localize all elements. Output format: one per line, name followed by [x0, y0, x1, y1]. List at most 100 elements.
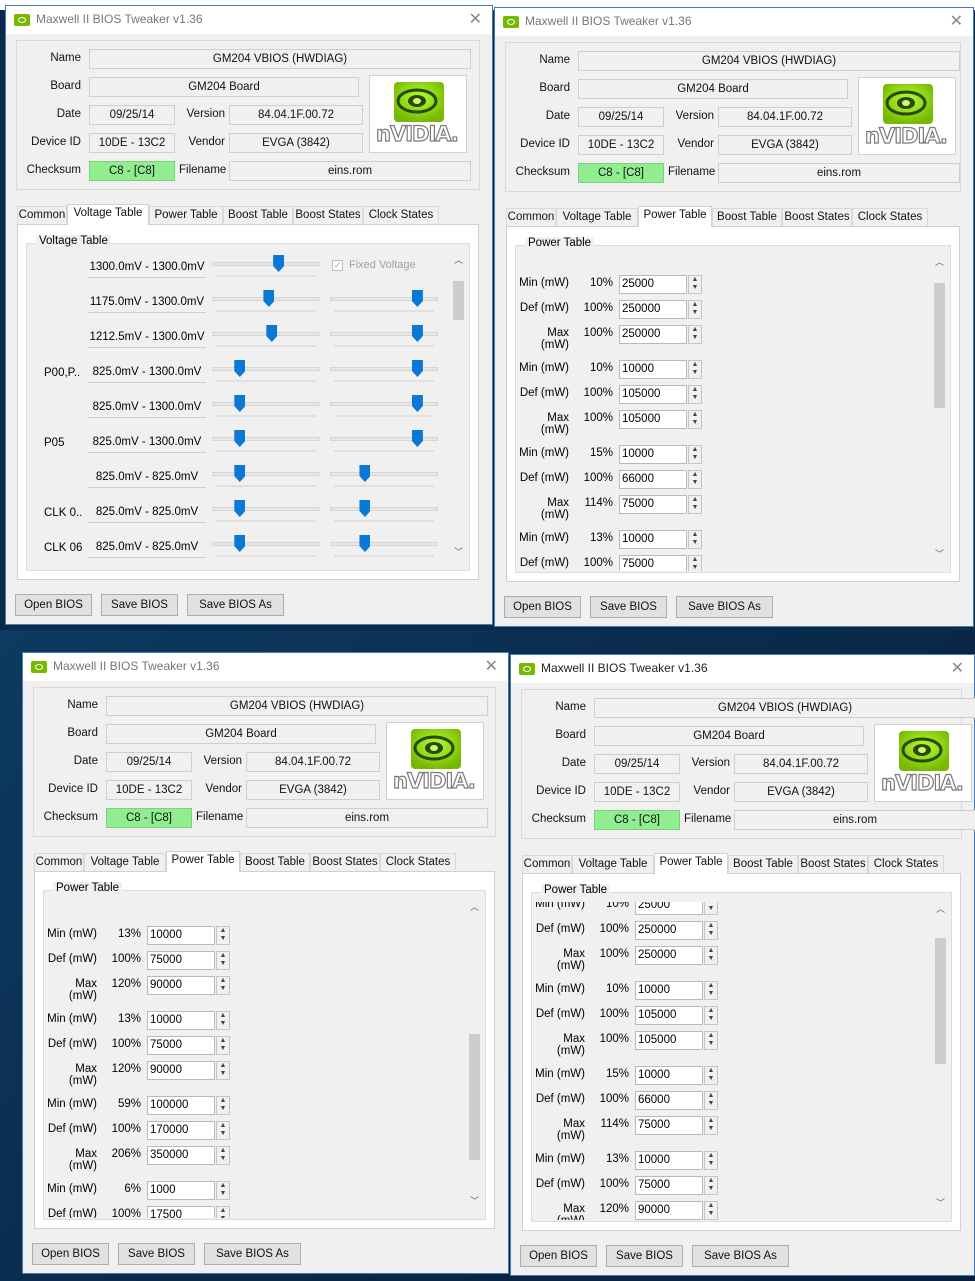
spin-down-icon[interactable]: ▼: [217, 1155, 229, 1163]
voltage-slider-thumb[interactable]: [359, 465, 371, 482]
vendor-field[interactable]: EVGA (3842): [229, 133, 363, 153]
title-bar[interactable]: Maxwell II BIOS Tweaker v1.36 ✕: [23, 653, 508, 681]
vendor-field[interactable]: EVGA (3842): [734, 782, 868, 802]
fixed-voltage-checkbox[interactable]: ✓: [332, 260, 343, 271]
voltage-slider-thumb[interactable]: [359, 535, 371, 552]
spin-up-icon[interactable]: ▲: [705, 1007, 717, 1015]
power-spinner[interactable]: ▲▼: [688, 555, 702, 571]
save-bios-button[interactable]: Save BIOS: [118, 1243, 195, 1265]
power-spinner[interactable]: ▲▼: [216, 1146, 230, 1165]
tab-voltage-table[interactable]: Voltage Table: [572, 855, 654, 873]
spin-down-icon[interactable]: ▼: [705, 1040, 717, 1048]
filename-field[interactable]: eins.rom: [229, 161, 471, 181]
power-value-input[interactable]: 10000: [635, 1151, 703, 1170]
spin-up-icon[interactable]: ▲: [217, 1207, 229, 1215]
date-field[interactable]: 09/25/14: [89, 105, 175, 125]
power-value-input[interactable]: 250000: [635, 946, 703, 965]
power-value-input[interactable]: 250000: [619, 300, 687, 319]
device-id-field[interactable]: 10DE - 13C2: [89, 133, 175, 153]
tab-boost-table[interactable]: Boost Table: [712, 208, 782, 226]
power-spinner[interactable]: ▲▼: [704, 1176, 718, 1195]
spin-down-icon[interactable]: ▼: [217, 935, 229, 943]
name-field[interactable]: GM204 VBIOS (HWDIAG): [578, 51, 960, 71]
power-spinner[interactable]: ▲▼: [704, 921, 718, 940]
spin-down-icon[interactable]: ▼: [217, 1130, 229, 1138]
spin-up-icon[interactable]: ▲: [217, 977, 229, 985]
version-field[interactable]: 84.04.1F.00.72: [246, 752, 380, 772]
voltage-slider-thumb[interactable]: [234, 465, 246, 482]
power-spinner[interactable]: ▲▼: [704, 1201, 718, 1220]
voltage-slider-thumb[interactable]: [234, 500, 246, 517]
spin-up-icon[interactable]: ▲: [689, 471, 701, 479]
scroll-thumb[interactable]: [934, 282, 945, 408]
spin-up-icon[interactable]: ▲: [689, 361, 701, 369]
save-bios-as-button[interactable]: Save BIOS As: [187, 594, 284, 616]
title-bar[interactable]: Maxwell II BIOS Tweaker v1.36 ✕: [495, 8, 973, 36]
power-value-input[interactable]: 10000: [619, 530, 687, 549]
vertical-scrollbar[interactable]: ︿ ﹀: [931, 253, 948, 563]
scroll-up-icon[interactable]: ︿: [450, 253, 467, 266]
vendor-field[interactable]: EVGA (3842): [246, 780, 380, 800]
version-field[interactable]: 84.04.1F.00.72: [734, 754, 868, 774]
spin-down-icon[interactable]: ▼: [689, 539, 701, 547]
spin-down-icon[interactable]: ▼: [689, 394, 701, 402]
power-spinner[interactable]: ▲▼: [216, 1011, 230, 1030]
open-bios-button[interactable]: Open BIOS: [32, 1243, 109, 1265]
spin-down-icon[interactable]: ▼: [705, 1125, 717, 1133]
spin-up-icon[interactable]: ▲: [217, 1037, 229, 1045]
spin-down-icon[interactable]: ▼: [705, 1210, 717, 1218]
spin-down-icon[interactable]: ▼: [705, 1075, 717, 1083]
spin-down-icon[interactable]: ▼: [705, 905, 717, 913]
version-field[interactable]: 84.04.1F.00.72: [229, 105, 363, 125]
power-value-input[interactable]: 105000: [619, 385, 687, 404]
scroll-up-icon[interactable]: ︿: [931, 255, 948, 268]
tab-boost-states[interactable]: Boost States: [310, 853, 380, 871]
power-value-input[interactable]: 25000: [619, 275, 687, 294]
power-spinner[interactable]: ▲▼: [688, 275, 702, 294]
device-id-field[interactable]: 10DE - 13C2: [594, 782, 680, 802]
save-bios-as-button[interactable]: Save BIOS As: [676, 596, 773, 618]
power-value-input[interactable]: 17500: [147, 1206, 215, 1218]
version-field[interactable]: 84.04.1F.00.72: [718, 107, 852, 127]
spin-up-icon[interactable]: ▲: [705, 922, 717, 930]
filename-field[interactable]: eins.rom: [718, 163, 960, 183]
filename-field[interactable]: eins.rom: [246, 808, 488, 828]
spin-down-icon[interactable]: ▼: [705, 1100, 717, 1108]
spin-down-icon[interactable]: ▼: [689, 479, 701, 487]
device-id-field[interactable]: 10DE - 13C2: [106, 780, 192, 800]
save-bios-button[interactable]: Save BIOS: [101, 594, 178, 616]
spin-down-icon[interactable]: ▼: [217, 1045, 229, 1053]
spin-down-icon[interactable]: ▼: [705, 990, 717, 998]
power-value-input[interactable]: 90000: [635, 1201, 703, 1220]
spin-up-icon[interactable]: ▲: [689, 556, 701, 564]
power-value-input[interactable]: 250000: [635, 921, 703, 940]
title-bar[interactable]: Maxwell II BIOS Tweaker v1.36 ✕: [511, 655, 974, 683]
tab-boost-table[interactable]: Boost Table: [728, 855, 798, 873]
voltage-slider-thumb[interactable]: [411, 430, 423, 447]
power-value-input[interactable]: 75000: [619, 495, 687, 514]
close-icon[interactable]: ✕: [469, 9, 482, 29]
power-value-input[interactable]: 350000: [147, 1146, 215, 1165]
power-spinner[interactable]: ▲▼: [216, 1096, 230, 1115]
date-field[interactable]: 09/25/14: [594, 754, 680, 774]
date-field[interactable]: 09/25/14: [106, 752, 192, 772]
tab-common[interactable]: Common: [506, 208, 556, 226]
tab-common[interactable]: Common: [17, 206, 67, 224]
tab-boost-table[interactable]: Boost Table: [223, 206, 293, 224]
power-value-input[interactable]: 10000: [147, 926, 215, 945]
power-spinner[interactable]: ▲▼: [704, 902, 718, 915]
vertical-scrollbar[interactable]: ︿ ﹀: [466, 898, 483, 1210]
save-bios-as-button[interactable]: Save BIOS As: [204, 1243, 301, 1265]
spin-down-icon[interactable]: ▼: [689, 309, 701, 317]
spin-down-icon[interactable]: ▼: [705, 930, 717, 938]
power-value-input[interactable]: 10000: [619, 360, 687, 379]
tab-power-table[interactable]: Power Table: [638, 206, 712, 227]
scroll-down-icon[interactable]: ﹀: [450, 545, 467, 558]
spin-up-icon[interactable]: ▲: [217, 952, 229, 960]
open-bios-button[interactable]: Open BIOS: [15, 594, 92, 616]
board-field[interactable]: GM204 Board: [594, 726, 864, 746]
power-value-input[interactable]: 250000: [619, 325, 687, 344]
tab-voltage-table[interactable]: Voltage Table: [67, 204, 149, 225]
spin-up-icon[interactable]: ▲: [689, 276, 701, 284]
spin-up-icon[interactable]: ▲: [705, 1177, 717, 1185]
